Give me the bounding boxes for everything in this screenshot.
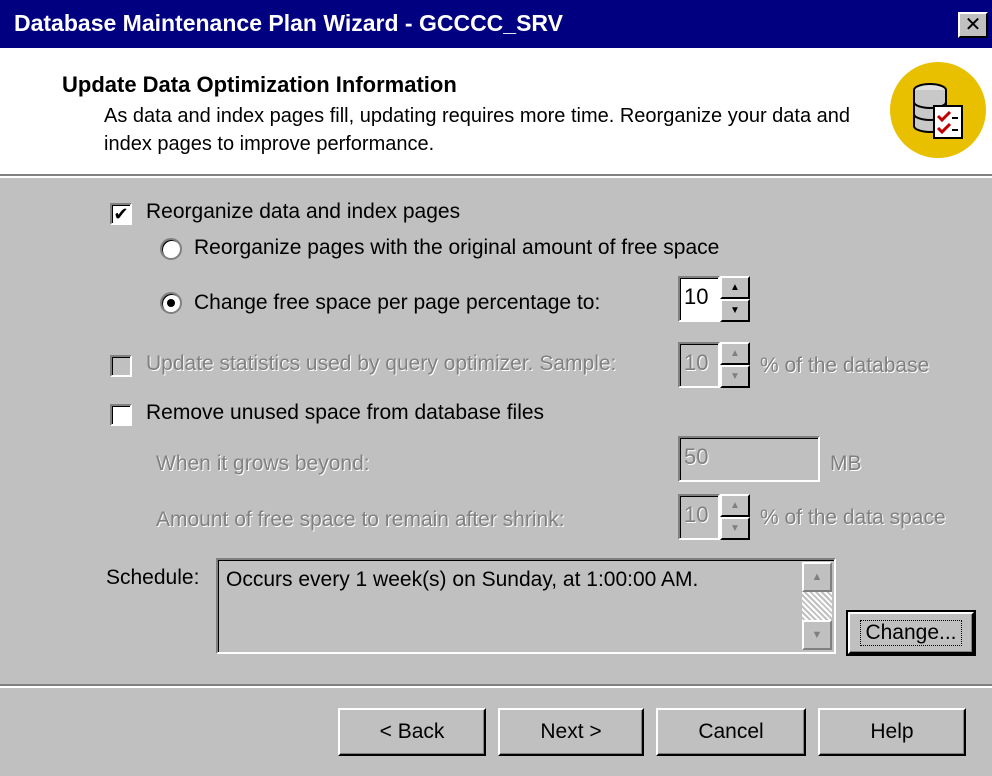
shrink-spin-down: ▼ bbox=[720, 517, 750, 540]
change-schedule-label: Change... bbox=[860, 620, 962, 646]
title-bar: Database Maintenance Plan Wizard - GCCCC… bbox=[0, 0, 992, 48]
close-icon: ✕ bbox=[964, 14, 982, 36]
free-space-spin-down[interactable]: ▼ bbox=[720, 299, 750, 322]
free-space-after-shrink-suffix: % of the data space bbox=[760, 506, 946, 529]
statistics-suffix: % of the database bbox=[760, 354, 930, 377]
update-statistics-label: Update statistics used by query optimize… bbox=[146, 352, 617, 375]
page-description: As data and index pages fill, updating r… bbox=[104, 105, 851, 155]
update-statistics-checkbox[interactable] bbox=[110, 355, 132, 377]
schedule-scrollbar[interactable]: ▲ ▼ bbox=[802, 562, 832, 650]
statistics-sample-input: 10 bbox=[678, 342, 720, 388]
radio-selected-dot bbox=[167, 299, 175, 307]
original-free-space-label[interactable]: Reorganize pages with the original amoun… bbox=[194, 236, 719, 260]
change-schedule-button[interactable]: Change... bbox=[846, 610, 976, 656]
remove-unused-space-checkbox[interactable] bbox=[110, 404, 132, 426]
arrow-down-icon: ▼ bbox=[730, 304, 740, 316]
shrink-spin-up: ▲ bbox=[720, 494, 750, 517]
statistics-spin-up: ▲ bbox=[720, 342, 750, 365]
back-button[interactable]: < Back bbox=[338, 708, 486, 756]
reorganize-label[interactable]: Reorganize data and index pages bbox=[146, 200, 460, 224]
close-button[interactable]: ✕ bbox=[958, 12, 988, 38]
arrow-up-icon: ▲ bbox=[730, 347, 740, 359]
scroll-up-button[interactable]: ▲ bbox=[802, 562, 832, 592]
grows-beyond-unit: MB bbox=[830, 452, 862, 475]
schedule-text: Occurs every 1 week(s) on Sunday, at 1:0… bbox=[226, 568, 699, 591]
original-free-space-radio[interactable] bbox=[160, 238, 182, 260]
arrow-down-icon: ▼ bbox=[730, 370, 740, 382]
arrow-up-icon: ▲ bbox=[811, 570, 823, 583]
database-checklist-icon bbox=[890, 62, 986, 158]
grows-beyond-label: When it grows beyond: bbox=[156, 452, 370, 475]
change-free-space-label[interactable]: Change free space per page percentage to… bbox=[194, 291, 600, 315]
page-title: Update Data Optimization Information bbox=[62, 72, 457, 97]
free-space-after-shrink-label: Amount of free space to remain after shr… bbox=[156, 508, 565, 531]
scroll-down-button[interactable]: ▼ bbox=[802, 620, 832, 650]
arrow-down-icon: ▼ bbox=[811, 628, 823, 641]
help-button[interactable]: Help bbox=[818, 708, 966, 756]
statistics-spin-down: ▼ bbox=[720, 365, 750, 388]
reorganize-checkbox[interactable]: ✔ bbox=[110, 203, 132, 225]
next-button[interactable]: Next > bbox=[498, 708, 644, 756]
header-separator bbox=[0, 176, 992, 178]
schedule-label: Schedule: bbox=[106, 566, 200, 589]
change-free-space-radio[interactable] bbox=[160, 292, 182, 314]
arrow-down-icon: ▼ bbox=[730, 522, 740, 534]
window-title: Database Maintenance Plan Wizard - GCCCC… bbox=[14, 10, 563, 36]
grows-beyond-input: 50 bbox=[678, 436, 820, 482]
free-space-percent-input[interactable]: 10 bbox=[678, 276, 720, 322]
footer-separator-highlight bbox=[0, 686, 992, 688]
wizard-header: Update Data Optimization Information As … bbox=[0, 48, 992, 176]
cancel-button[interactable]: Cancel bbox=[656, 708, 806, 756]
schedule-textbox[interactable]: Occurs every 1 week(s) on Sunday, at 1:0… bbox=[216, 558, 836, 654]
remove-unused-space-label[interactable]: Remove unused space from database files bbox=[146, 401, 544, 425]
free-space-after-shrink-input: 10 bbox=[678, 494, 720, 540]
arrow-up-icon: ▲ bbox=[730, 499, 740, 511]
free-space-spin-up[interactable]: ▲ bbox=[720, 276, 750, 299]
arrow-up-icon: ▲ bbox=[730, 281, 740, 293]
